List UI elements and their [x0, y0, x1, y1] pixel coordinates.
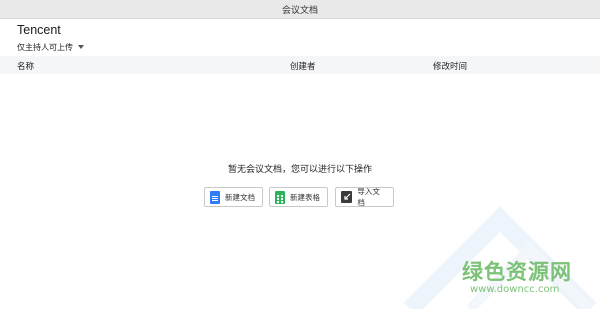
column-header-name[interactable]: 名称 — [17, 60, 34, 72]
column-header-creator[interactable]: 创建者 — [290, 60, 316, 72]
column-header-modified[interactable]: 修改时间 — [433, 60, 467, 72]
new-document-label: 新建文档 — [225, 192, 255, 202]
import-document-label: 导入文档 — [357, 187, 380, 207]
document-icon — [210, 190, 220, 204]
new-spreadsheet-button[interactable]: 新建表格 — [269, 187, 328, 207]
org-name: Tencent — [17, 23, 61, 37]
new-spreadsheet-label: 新建表格 — [290, 192, 320, 202]
table-header: 名称 创建者 修改时间 — [0, 56, 600, 74]
upload-permission-label: 仅主持人可上传 — [17, 42, 73, 52]
window-titlebar: 会议文档 — [0, 0, 600, 19]
caret-down-icon — [78, 45, 84, 49]
upload-permission-dropdown[interactable]: 仅主持人可上传 — [17, 41, 84, 53]
watermark-url: www.downcc.com — [470, 284, 560, 295]
import-document-button[interactable]: 导入文档 — [335, 187, 394, 207]
window-title: 会议文档 — [281, 5, 318, 16]
import-icon — [341, 191, 353, 203]
watermark-brand: 绿色资源网 — [462, 260, 572, 284]
empty-state-message: 暂无会议文档，您可以进行以下操作 — [227, 165, 372, 175]
spreadsheet-icon — [275, 190, 285, 204]
new-document-button[interactable]: 新建文档 — [204, 187, 263, 207]
